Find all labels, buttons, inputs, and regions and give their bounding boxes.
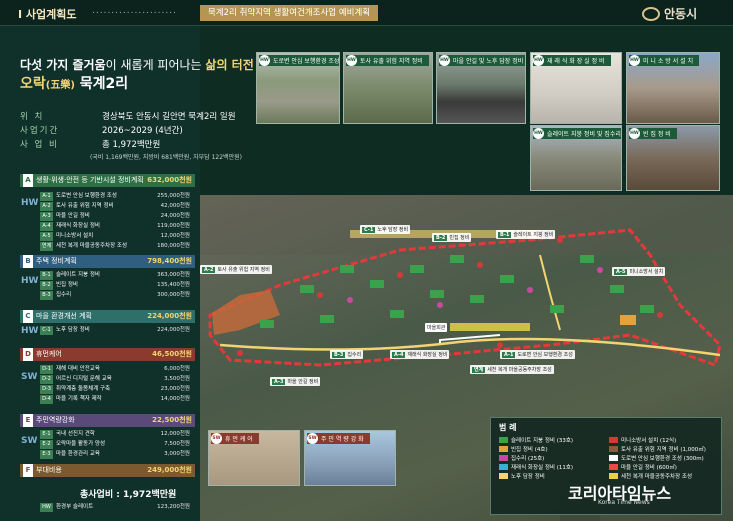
hw-icon: HW	[629, 55, 640, 66]
legend-item: 빈집 정비 (4호)	[499, 445, 548, 453]
map-label-a1: A-1 도로변 안심 보행환경 조성	[500, 350, 575, 359]
photo-village-road: HW 마을 안길 및 노후 담장 정비	[436, 52, 526, 124]
map-label-a4: A-4 재래식 화장실 정비	[390, 350, 450, 359]
legend-title: 범 례	[499, 423, 517, 432]
logo-text: 안동시	[664, 7, 698, 21]
watermark-sub: Korea Time News	[598, 499, 650, 506]
legend-item: 슬레이트 지붕 정비 (33호)	[499, 436, 573, 444]
budget-item: C-1 노후 담장 정비 224,000천원	[40, 326, 190, 335]
legend-swatch	[499, 455, 508, 461]
category-b: B 주택 정비계획 798,400천원	[20, 255, 195, 268]
category-a: A 생활·위생·안전 등 기반시설 정비계획 632,000천원	[20, 174, 195, 187]
legend-swatch	[609, 464, 618, 470]
photo-toilet: HW 재 래 식 화 장 실 정 비	[530, 52, 622, 124]
map-label-a5: A-5 미니소방서 설치	[612, 267, 666, 276]
budget-item: E-1 국내 선진지 견학 12,000천원	[40, 430, 190, 439]
photo-capacity-building: SW 주 민 역 량 강 화	[304, 430, 396, 486]
budget-item: B-3 집수리 300,000천원	[40, 291, 190, 300]
legend-swatch	[609, 455, 618, 461]
category-f: F 부대비용 249,000천원	[20, 464, 195, 477]
budget-item: HW 환경부 슬레이트 123,200천원	[40, 503, 190, 512]
legend-item: 미니소방서 설치 (12식)	[609, 436, 676, 444]
hw-icon: HW	[629, 128, 640, 139]
photo-vacant-house: HW 빈 집 정 비	[626, 125, 720, 191]
budget-item: 연계 세천 복개 마을공동주차장 조성 180,000천원	[40, 242, 190, 251]
legend-swatch	[499, 437, 508, 443]
budget-item: A-4 재래식 화장실 정비 119,000천원	[40, 222, 190, 231]
budget-item: E-2 오락마을 활동가 양성 7,500천원	[40, 440, 190, 449]
category-e: E 주민역량강화 22,500천원	[20, 414, 195, 427]
info-budget-note: (국비 1,169백만원, 지방비 681백만원, 자부담 122백만원)	[90, 154, 242, 161]
budget-item: E-3 마을 환경관리 교육 3,000천원	[40, 450, 190, 459]
map-label-link: 연계 세천 복개 마을공동주차장 조성	[470, 365, 554, 374]
headline-line2: 오락(五樂) 묵계2리	[20, 76, 129, 92]
legend-swatch	[499, 464, 508, 470]
budget-item: D-3 취약계층 돌봄체계 구축 23,000천원	[40, 385, 190, 394]
sw-icon: SW	[307, 433, 318, 444]
legend-swatch	[609, 437, 618, 443]
budget-item: A-5 미니소방서 설치 12,000천원	[40, 232, 190, 241]
legend-item: 집수리 (25호)	[499, 454, 544, 462]
photo-fire-station: HW 미 니 소 방 서 설 치	[626, 52, 720, 124]
photo-soil-erosion: HW 토사 유출 위험 지역 정비	[343, 52, 433, 124]
budget-item: A-1 도로변 안심 보행환경 조성 255,000천원	[40, 192, 190, 201]
info-location: 위 치 경상북도 안동시 길안면 묵계2리 일원	[20, 112, 236, 122]
hw-tag: HW	[21, 326, 39, 336]
photo-human-care: SW 휴 먼 케 어	[208, 430, 300, 486]
legend-item: 도로변 안심 보행환경 조성 (300m)	[609, 454, 704, 462]
section-title: Ⅰ 사업계획도	[18, 8, 77, 21]
legend-swatch	[609, 473, 618, 479]
budget-item: D-2 어르신 디지털 문해 교육 3,500천원	[40, 375, 190, 384]
category-c: C 마을 환경개선 계획 224,000천원	[20, 310, 195, 323]
hw-tag: HW	[21, 276, 39, 286]
photo-road-safety: HW 도로변 안심 보행환경 조성	[256, 52, 340, 124]
legend-swatch	[499, 446, 508, 452]
sw-tag: SW	[21, 372, 38, 382]
budget-item: A-3 마을 안길 정비 24,000천원	[40, 212, 190, 221]
legend-swatch	[609, 446, 618, 452]
city-logo: 안동시	[642, 5, 697, 22]
sw-icon: SW	[211, 433, 222, 444]
map-label-a3: A-3 마을 안길 정비	[270, 377, 321, 386]
budget-item: B-2 빈집 정비 135,400천원	[40, 281, 190, 290]
map-label-c1: C-1 노후 담장 정비	[360, 225, 411, 234]
info-budget: 사 업 비총 1,972백만원	[20, 140, 161, 150]
hw-icon: HW	[533, 128, 544, 139]
headline-line1: 다섯 가지 즐거움이 새롭게 피어나는 삶의 터전	[20, 58, 254, 72]
section-dots: ......................	[92, 6, 177, 16]
hw-icon: HW	[259, 55, 270, 66]
hw-tag: HW	[21, 198, 39, 208]
budget-item: B-1 슬레이트 지붕 정비 363,000천원	[40, 271, 190, 280]
photo-slate-roof: HW 슬레이트 지붕 정비 및 집수리	[530, 125, 622, 191]
legend-item: 세천 복개 마을공동주차장 조성	[609, 472, 692, 480]
legend-item: 토사 유출 위험 지역 정비 (1,000㎡)	[609, 445, 706, 453]
map-label-a2: A-2 토사 유출 위험 지역 정비	[200, 265, 272, 274]
legend-item: 노후 담장 정비	[499, 472, 545, 480]
andong-logo-icon	[642, 6, 660, 21]
legend-swatch	[499, 473, 508, 479]
map-label-b1: B-1 슬레이트 지붕 정비	[496, 230, 556, 239]
legend-item: 재래식 화장실 정비 (11호)	[499, 463, 573, 471]
hw-icon: HW	[533, 55, 544, 66]
header-bar: Ⅰ 사업계획도 ...................... 묵계2리 취약지역…	[0, 0, 733, 26]
map-label-b3: B-3 집수리	[330, 350, 364, 359]
hw-icon: HW	[346, 55, 357, 66]
sw-tag: SW	[21, 436, 38, 446]
map-label-hall: 마을회관	[425, 323, 448, 332]
map-label-b2: B-2 빈집 정비	[432, 233, 472, 242]
budget-item: D-4 마을 기록 책자 제작 14,000천원	[40, 395, 190, 404]
total-budget: 총사업비 : 1,972백만원	[80, 490, 177, 500]
category-d: D 휴먼케어 46,500천원	[20, 348, 195, 361]
legend-item: 마을 안길 정비 (600㎡)	[609, 463, 677, 471]
info-period: 사업기간 2026~2029 (4년간)	[20, 126, 183, 136]
hw-icon: HW	[439, 55, 450, 66]
budget-item: A-2 토사 유출 위험 지역 정비 42,000천원	[40, 202, 190, 211]
plan-title: 묵계2리 취약지역 생활여건개조사업 예비계획	[200, 5, 379, 21]
budget-item: D-1 재해 대비 안전교육 6,000천원	[40, 365, 190, 374]
